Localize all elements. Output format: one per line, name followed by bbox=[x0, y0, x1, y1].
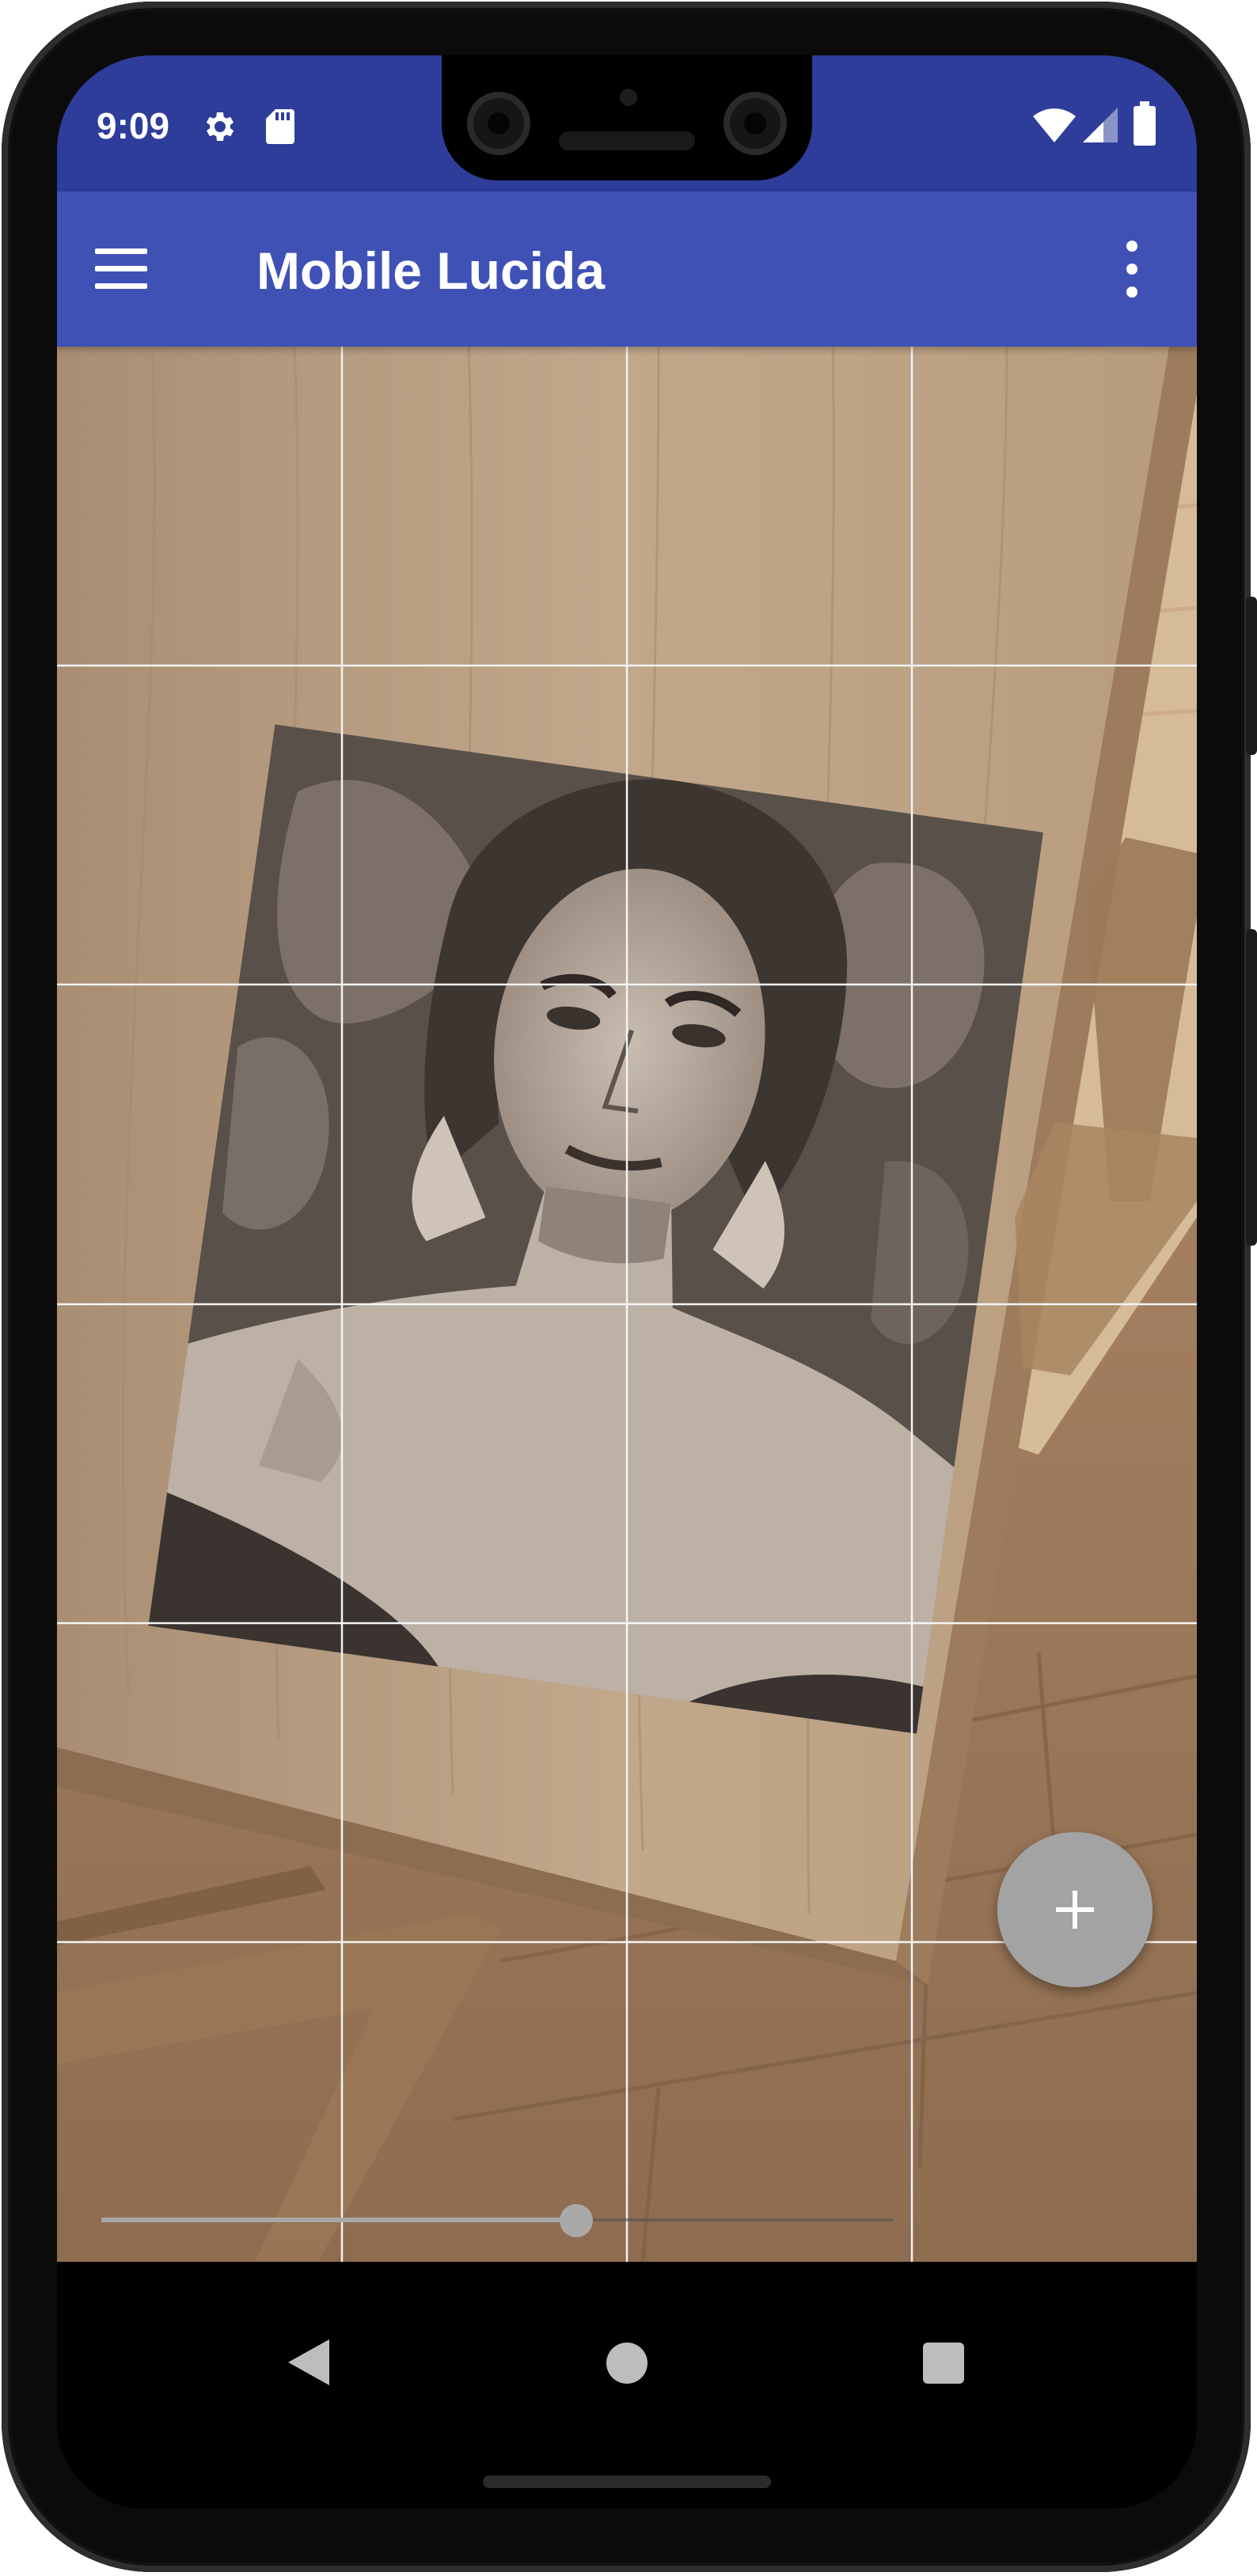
sd-card-icon bbox=[266, 109, 294, 144]
app-bar: Mobile Lucida bbox=[57, 192, 1197, 347]
front-camera-left bbox=[467, 92, 530, 155]
earpiece-speaker bbox=[559, 131, 695, 150]
front-camera-right bbox=[723, 92, 787, 155]
settings-icon bbox=[206, 112, 234, 141]
app-title: Mobile Lucida bbox=[256, 241, 606, 300]
power-button bbox=[1246, 597, 1257, 755]
phone-screen: 9:09 Mobile Lucida bbox=[57, 55, 1197, 2509]
gesture-pill bbox=[483, 2475, 771, 2488]
opacity-slider[interactable] bbox=[101, 2196, 893, 2244]
volume-button bbox=[1246, 929, 1257, 1246]
navigation-bar bbox=[57, 2262, 1197, 2509]
recents-icon[interactable] bbox=[923, 2343, 964, 2384]
camera-preview[interactable] bbox=[57, 347, 1197, 2262]
back-icon[interactable] bbox=[288, 2339, 329, 2385]
hamburger-menu-icon[interactable] bbox=[95, 248, 150, 290]
wifi-icon bbox=[1033, 108, 1076, 142]
slider-fill bbox=[101, 2217, 576, 2222]
battery-icon bbox=[1134, 101, 1156, 146]
display-notch bbox=[442, 55, 812, 180]
cell-signal-icon bbox=[1083, 108, 1118, 142]
proximity-sensor bbox=[620, 89, 637, 106]
camera-scene bbox=[57, 347, 1197, 2262]
slider-thumb[interactable] bbox=[560, 2204, 593, 2237]
add-icon[interactable] bbox=[997, 1832, 1153, 1987]
more-vert-icon[interactable] bbox=[1116, 231, 1148, 307]
status-bar: 9:09 bbox=[57, 55, 1197, 192]
phone-frame: 9:09 Mobile Lucida bbox=[2, 2, 1257, 2572]
home-icon[interactable] bbox=[606, 2343, 647, 2384]
status-time: 9:09 bbox=[97, 105, 170, 146]
